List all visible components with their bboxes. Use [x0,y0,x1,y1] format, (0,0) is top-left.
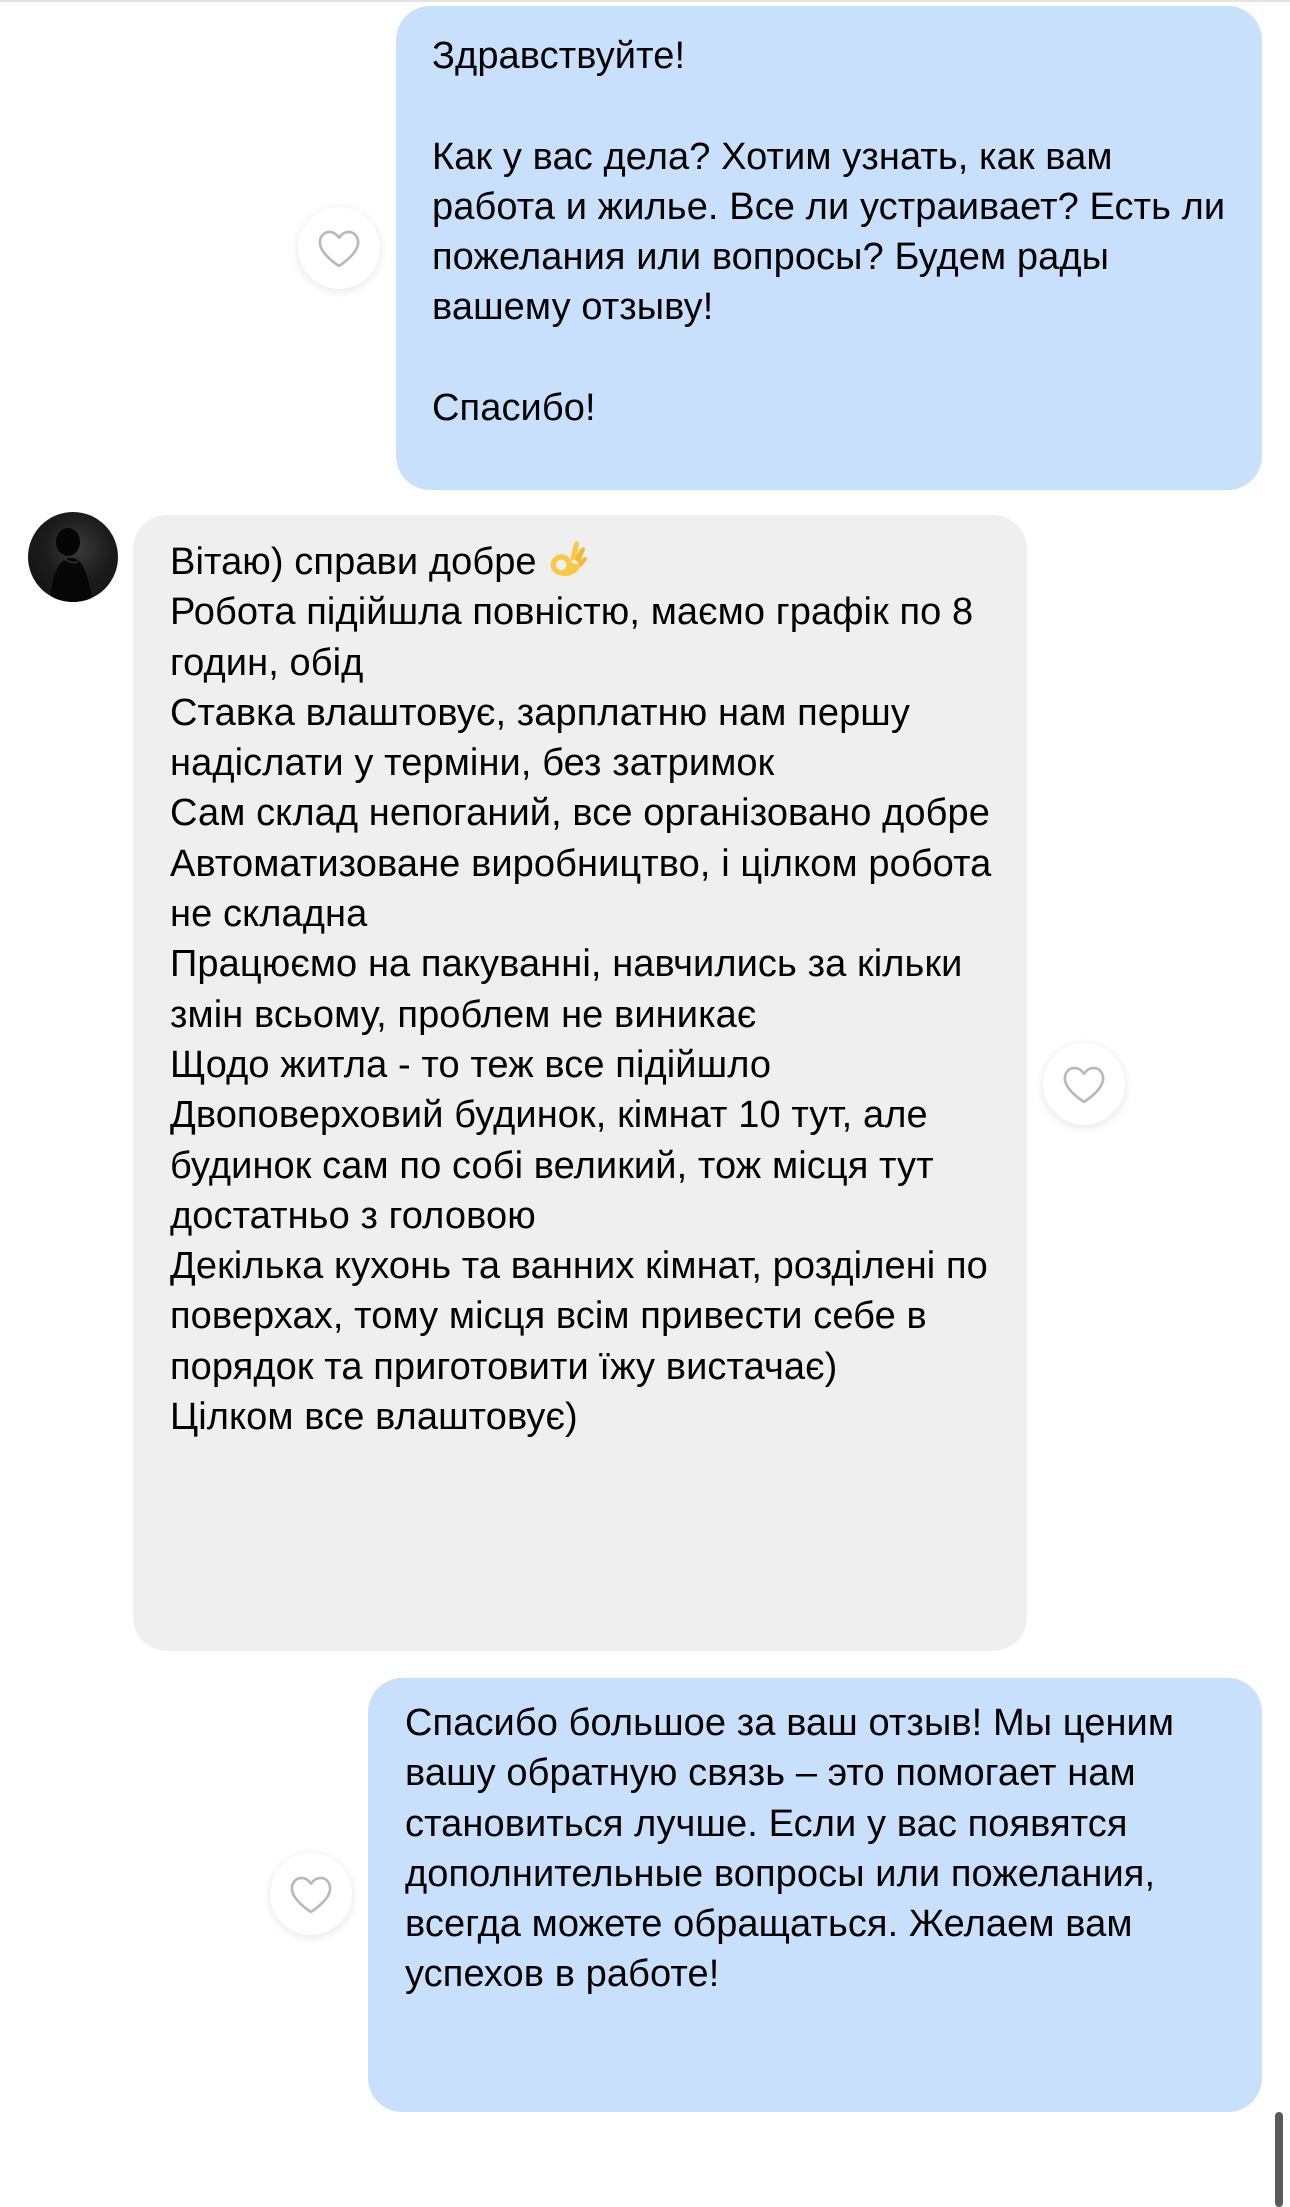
message-body: Робота підійшла повністю, маємо графік п… [170,591,992,1439]
like-button[interactable] [1043,1043,1125,1125]
like-button[interactable] [298,207,380,289]
heart-outline-icon [290,1876,332,1914]
message-first-line: Вітаю) справи добре [170,541,537,583]
heart-outline-icon [318,230,360,268]
ok-hand-emoji [550,541,587,577]
incoming-message[interactable]: Вітаю) справи добре Робота підійшла повн… [133,515,1027,1651]
top-divider [0,0,1290,2]
outgoing-message[interactable]: Спасибо большое за ваш отзыв! Мы ценим в… [368,1678,1262,2112]
scrollbar[interactable] [1275,2112,1283,2207]
heart-outline-icon [1063,1066,1105,1104]
like-button[interactable] [270,1853,352,1935]
user-avatar-icon[interactable] [28,512,118,602]
outgoing-message[interactable]: Здравствуйте! Как у вас дела? Хотим узна… [396,6,1262,490]
